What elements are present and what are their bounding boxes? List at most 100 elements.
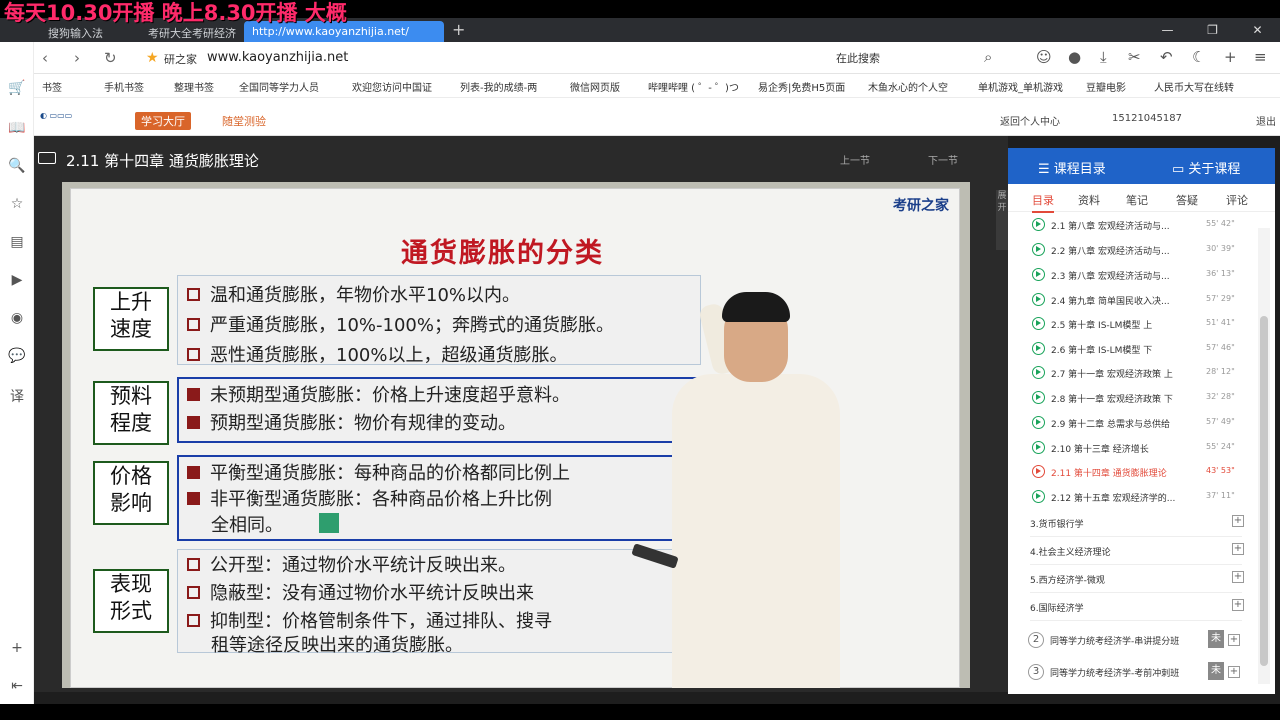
wechat-icon[interactable]: ● [1068, 48, 1081, 66]
tab-catalog[interactable]: ☰ 课程目录 [1038, 158, 1106, 177]
cat-icon[interactable]: ☺ [1036, 48, 1052, 66]
course-item[interactable]: 3 同等学力统考经济学-考前冲刺班未 + [1028, 660, 1242, 688]
lesson-item[interactable]: 2.9 第十二章 总需求与总供给 57' 49" [1028, 412, 1240, 436]
subtab-catalog[interactable]: 目录 [1032, 192, 1054, 213]
lecturer [631, 292, 842, 688]
forward-icon[interactable]: › [74, 49, 80, 67]
close-button[interactable]: ✕ [1235, 18, 1280, 42]
lesson-item[interactable]: 2.4 第九章 简单国民收入决... 57' 29" [1028, 289, 1240, 313]
favorite-star-icon[interactable]: ★ [146, 50, 159, 66]
minimize-button[interactable]: — [1145, 18, 1190, 42]
bookmark-item[interactable]: 欢迎您访问中国证 [352, 79, 450, 94]
panel-toggle[interactable]: 展开 [996, 190, 1008, 250]
category-box: 上升 速度 [93, 287, 169, 351]
panel-scrollbar[interactable] [1258, 228, 1270, 684]
book-icon[interactable]: 📖 [8, 120, 26, 136]
bookmark-item[interactable]: 豆瓣电影 [1086, 79, 1146, 94]
study-hall-button[interactable]: 学习大厅 [135, 112, 191, 130]
search-input[interactable]: 在此搜索 [836, 50, 880, 66]
category-line: 影响 [110, 491, 152, 515]
url-input[interactable]: www.kaoyanzhijia.net [207, 50, 348, 65]
subtab-comments[interactable]: 评论 [1226, 192, 1248, 208]
chat-icon[interactable]: 💬 [8, 348, 26, 364]
lesson-item[interactable]: 2.8 第十一章 宏观经济政策 下 32' 28" [1028, 387, 1240, 411]
prev-lesson-button[interactable]: 上一节 [840, 152, 870, 167]
panel-header: ☰ 课程目录 ▭ 关于课程 [1008, 148, 1275, 184]
course-item[interactable]: 2 同等学力统考经济学-串讲提分班未 + [1028, 628, 1242, 656]
bookmark-item[interactable]: 哔哩哔哩 ( ゜- ゜)つ [648, 79, 748, 94]
category-box: 预料 程度 [93, 381, 169, 445]
news-icon[interactable]: ▤ [8, 234, 26, 250]
star-icon[interactable]: ☆ [8, 196, 26, 212]
refresh-icon[interactable]: ↻ [104, 49, 117, 67]
expand-icon: + [1228, 666, 1240, 678]
subtab-qa[interactable]: 答疑 [1176, 192, 1198, 208]
add-icon[interactable]: + [1224, 48, 1237, 66]
bookmark-item[interactable]: 整理书签 [174, 79, 234, 94]
cart-icon[interactable]: 🛒 [8, 80, 26, 96]
bookmark-item[interactable]: 列表-我的成绩-两 [460, 79, 558, 94]
back-icon[interactable]: ‹ [42, 49, 48, 67]
cursor-marker [319, 513, 339, 533]
logout-link[interactable]: 退出 [1256, 113, 1276, 128]
lesson-title: 2.11 第十四章 通货膨胀理论 [66, 152, 259, 170]
live-icon[interactable]: ◉ [8, 310, 26, 326]
lesson-item[interactable]: 2.7 第十一章 宏观经济政策 上 28' 12" [1028, 362, 1240, 386]
lesson-item[interactable]: 2.10 第十三章 经济增长 55' 24" [1028, 437, 1240, 461]
section-item[interactable]: 4.社会主义经济理论 + [1030, 537, 1244, 565]
site-header: ◐ ▭▭▭ 学习大厅 随堂测验 返回个人中心 15121045187 退出 [34, 98, 1280, 136]
site-logo[interactable]: ◐ ▭▭▭ [40, 111, 72, 120]
play-icon [1032, 416, 1045, 429]
bookmark-item[interactable]: 微信网页版 [570, 79, 640, 94]
lesson-item[interactable]: 2.3 第八章 宏观经济活动与... 36' 13" [1028, 264, 1240, 288]
bookmark-item[interactable]: 人民币大写在线转 [1154, 79, 1264, 94]
play-icon [1032, 317, 1045, 330]
video-icon[interactable]: ▶ [8, 272, 26, 288]
maximize-button[interactable]: ❐ [1190, 18, 1235, 42]
night-mode-icon[interactable]: ☾ [1192, 48, 1205, 66]
bookmark-item[interactable]: 易企秀|免费H5页面 [758, 79, 858, 94]
section-item[interactable]: 6.国际经济学 + [1030, 593, 1244, 621]
lesson-item[interactable]: 2.1 第八章 宏观经济活动与... 55' 42" [1028, 214, 1240, 238]
translate-icon[interactable]: 译 [8, 386, 26, 406]
undo-icon[interactable]: ↶ [1160, 48, 1173, 66]
play-icon [1032, 391, 1045, 404]
new-tab-button[interactable]: + [452, 20, 465, 39]
search-icon[interactable]: 🔍 [8, 158, 26, 174]
bookmark-item[interactable]: 木鱼水心的个人空 [868, 79, 968, 94]
bullet-icon [187, 347, 200, 361]
download-icon[interactable]: ⤓ [1100, 48, 1107, 66]
add-icon[interactable]: + [8, 640, 26, 656]
lesson-item[interactable]: 2.6 第十章 IS-LM模型 下 57' 46" [1028, 338, 1240, 362]
lesson-item[interactable]: 2.2 第八章 宏观经济活动与... 30' 39" [1028, 239, 1240, 263]
scissors-icon[interactable]: ✂ [1128, 48, 1141, 66]
section-item[interactable]: 3.货币银行学 + [1030, 509, 1244, 537]
subtab-notes[interactable]: 笔记 [1126, 192, 1148, 208]
bookmark-item[interactable]: 全国同等学力人员 [239, 79, 339, 94]
lesson-item[interactable]: 2.12 第十五章 宏观经济学的... 37' 11" [1028, 486, 1240, 510]
quiz-link[interactable]: 随堂测验 [222, 113, 266, 129]
address-bar: ‹ › ↻ ★ 研之家 www.kaoyanzhijia.net 在此搜索 ⌕ … [34, 42, 1280, 74]
window-buttons: — ❐ ✕ [1145, 18, 1280, 42]
slide-row: 租等途径反映出来的通货膨胀。 [211, 635, 463, 656]
section-item[interactable]: 5.西方经济学-微观 + [1030, 565, 1244, 593]
bookmark-item[interactable]: 单机游戏_单机游戏 [978, 79, 1076, 94]
menu-icon[interactable]: ≡ [1254, 48, 1267, 66]
back-to-profile-link[interactable]: 返回个人中心 [1000, 113, 1060, 128]
camera-icon [38, 152, 56, 164]
scrollbar-thumb[interactable] [1260, 316, 1268, 666]
play-icon [1032, 268, 1045, 281]
bookmark-item[interactable]: 手机书签 [104, 79, 164, 94]
lesson-item[interactable]: 2.5 第十章 IS-LM模型 上 51' 41" [1028, 313, 1240, 337]
slide-row: 预期型通货膨胀：物价有规律的变动。 [187, 409, 516, 435]
tab-about[interactable]: ▭ 关于课程 [1172, 158, 1240, 177]
search-go-icon[interactable]: ⌕ [984, 48, 992, 66]
slide-title: 通货膨胀的分类 [401, 238, 604, 269]
lesson-item-current[interactable]: 2.11 第十四章 通货膨胀理论 43' 53" [1028, 461, 1240, 485]
subtab-materials[interactable]: 资料 [1078, 192, 1100, 208]
next-lesson-button[interactable]: 下一节 [928, 152, 958, 167]
collapse-icon[interactable]: ⇤ [8, 678, 26, 694]
video-frame[interactable]: 考研之家 通货膨胀的分类 上升 速度 温和通货膨胀，年物价水平10%以内。 严重通… [62, 182, 970, 688]
bottom-bar [0, 704, 1280, 720]
bookmark-item[interactable]: 书签 [42, 79, 92, 94]
